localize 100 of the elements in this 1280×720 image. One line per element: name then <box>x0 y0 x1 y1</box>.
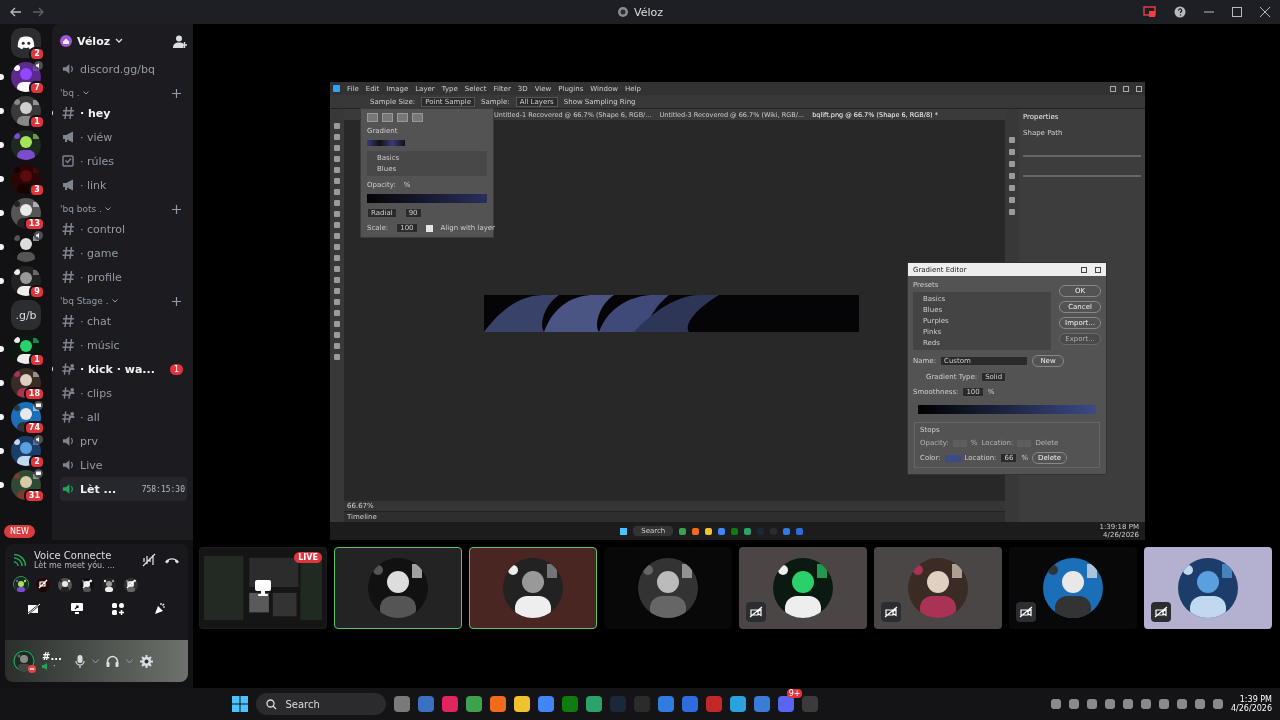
color-swatch[interactable] <box>944 454 961 462</box>
channel-name[interactable]: · viéw <box>80 130 113 144</box>
clock-date: 4/26/2026 <box>1230 704 1272 713</box>
discord-logo-icon[interactable] <box>11 28 41 58</box>
app-icon[interactable] <box>514 696 531 712</box>
app-icon[interactable] <box>538 696 555 712</box>
channel-name[interactable]: · chat <box>80 314 112 328</box>
forward-arrow-icon[interactable] <box>32 7 44 17</box>
app-icon[interactable] <box>730 696 747 712</box>
channel-name[interactable]: Live <box>80 458 103 472</box>
member-avatar[interactable] <box>101 576 117 592</box>
connected-voice-channel[interactable]: Lèt ... 758:15:30 <box>60 477 187 501</box>
channel-name[interactable]: · músic <box>80 338 120 352</box>
participant-tile[interactable] <box>604 547 732 629</box>
camera-off-icon[interactable] <box>27 602 42 615</box>
plus-icon[interactable] <box>172 204 181 214</box>
app-icon[interactable] <box>658 696 675 712</box>
participant-tile[interactable] <box>739 547 867 629</box>
mention-badge: 3 <box>29 183 45 197</box>
channel-link[interactable]: discord.gg/bq <box>80 62 155 76</box>
channel-name[interactable]: · game <box>80 246 119 260</box>
windows-logo-icon[interactable] <box>620 527 628 535</box>
settings-icon[interactable] <box>140 654 153 668</box>
tray-icon[interactable] <box>1122 699 1133 709</box>
participant-tile[interactable] <box>1144 547 1272 629</box>
tray-icon[interactable] <box>1050 699 1061 709</box>
server-label[interactable]: .g/b <box>11 300 41 330</box>
tray-icon[interactable] <box>1068 699 1079 709</box>
category-label[interactable]: 'bq . <box>60 88 80 98</box>
tray-icon[interactable] <box>1140 699 1151 709</box>
gradient-swatches[interactable] <box>367 140 405 146</box>
chevron-down-icon[interactable] <box>104 207 111 211</box>
hash-icon <box>62 315 75 327</box>
participant-tile[interactable] <box>469 547 597 629</box>
maximize-icon[interactable] <box>1081 266 1087 273</box>
microphone-icon[interactable] <box>75 654 85 668</box>
channel-name[interactable]: · rúles <box>80 154 115 168</box>
plus-icon[interactable] <box>172 296 181 306</box>
plus-icon[interactable] <box>172 88 181 98</box>
category-label[interactable]: 'bq Stage . <box>60 296 109 306</box>
close-icon[interactable] <box>1260 7 1270 17</box>
member-avatar[interactable] <box>13 576 29 592</box>
screen-share-icon[interactable] <box>69 602 84 615</box>
signal-icon[interactable] <box>13 553 26 567</box>
mention-badge: 7 <box>29 81 45 95</box>
connection-status: Voice Connecte <box>34 550 113 561</box>
app-icon[interactable] <box>586 696 603 712</box>
help-icon[interactable] <box>1174 6 1186 18</box>
soundboard-icon[interactable] <box>152 602 166 615</box>
tray-icon[interactable] <box>1176 699 1187 709</box>
mention-badge: 31 <box>23 489 45 503</box>
checkbox[interactable] <box>425 224 433 232</box>
server-name[interactable]: Véloz <box>77 34 111 48</box>
category-label[interactable]: 'bq bots . <box>60 204 102 214</box>
search-field[interactable]: Search <box>256 693 387 715</box>
minimize-icon[interactable] <box>1110 85 1116 92</box>
member-avatar[interactable] <box>57 576 73 592</box>
channel-name[interactable]: · profile <box>80 270 122 284</box>
channel-name[interactable]: · link <box>80 178 107 192</box>
windows-logo-icon[interactable] <box>232 696 249 712</box>
speaker-icon <box>42 663 50 670</box>
hash-person-icon <box>62 363 75 375</box>
activities-icon[interactable] <box>112 602 125 615</box>
tray-icon[interactable] <box>1194 699 1205 709</box>
add-member-icon[interactable] <box>173 34 187 48</box>
noise-suppression-icon[interactable] <box>142 553 156 567</box>
participant-tile[interactable] <box>1009 547 1137 629</box>
back-arrow-icon[interactable] <box>10 7 22 17</box>
channel-name[interactable]: · hey <box>80 106 111 120</box>
maximize-icon[interactable] <box>1232 7 1242 17</box>
speaker-icon <box>62 483 75 495</box>
tray-icon[interactable] <box>1158 699 1169 709</box>
tray-icon[interactable] <box>1104 699 1115 709</box>
channel-name[interactable]: · clips <box>80 386 112 400</box>
participant-tile[interactable] <box>874 547 1002 629</box>
hang-up-icon[interactable] <box>164 556 180 564</box>
maximize-icon[interactable] <box>1123 85 1129 92</box>
monitor-icon <box>254 579 272 597</box>
channel-name[interactable]: prv <box>80 434 98 448</box>
close-icon[interactable] <box>1095 266 1101 273</box>
channel-name[interactable]: · kick · wa... <box>80 362 155 376</box>
checklist-icon <box>62 155 75 167</box>
tray-icon[interactable] <box>1212 699 1223 709</box>
chevron-down-icon[interactable] <box>111 299 118 303</box>
speaker-icon <box>62 435 75 447</box>
participant-tile[interactable]: LIVE <box>199 547 327 629</box>
channel-name[interactable]: · all <box>80 410 100 424</box>
participant-tile[interactable] <box>334 547 462 629</box>
home-icon <box>60 35 72 47</box>
voice-channel-name[interactable]: Lèt me meet yóu. ... <box>34 561 134 570</box>
mention-badge: 74 <box>23 421 45 435</box>
app-icon[interactable] <box>490 696 507 712</box>
headphones-icon[interactable] <box>106 655 119 667</box>
close-icon[interactable] <box>1136 85 1142 92</box>
mention-badge: 13 <box>23 217 45 231</box>
chevron-down-icon[interactable] <box>82 91 89 95</box>
tray-icon[interactable] <box>1086 699 1097 709</box>
mention-badge: 2 <box>29 47 45 61</box>
channel-name[interactable]: · control <box>80 222 126 236</box>
app-icon[interactable] <box>466 696 483 712</box>
